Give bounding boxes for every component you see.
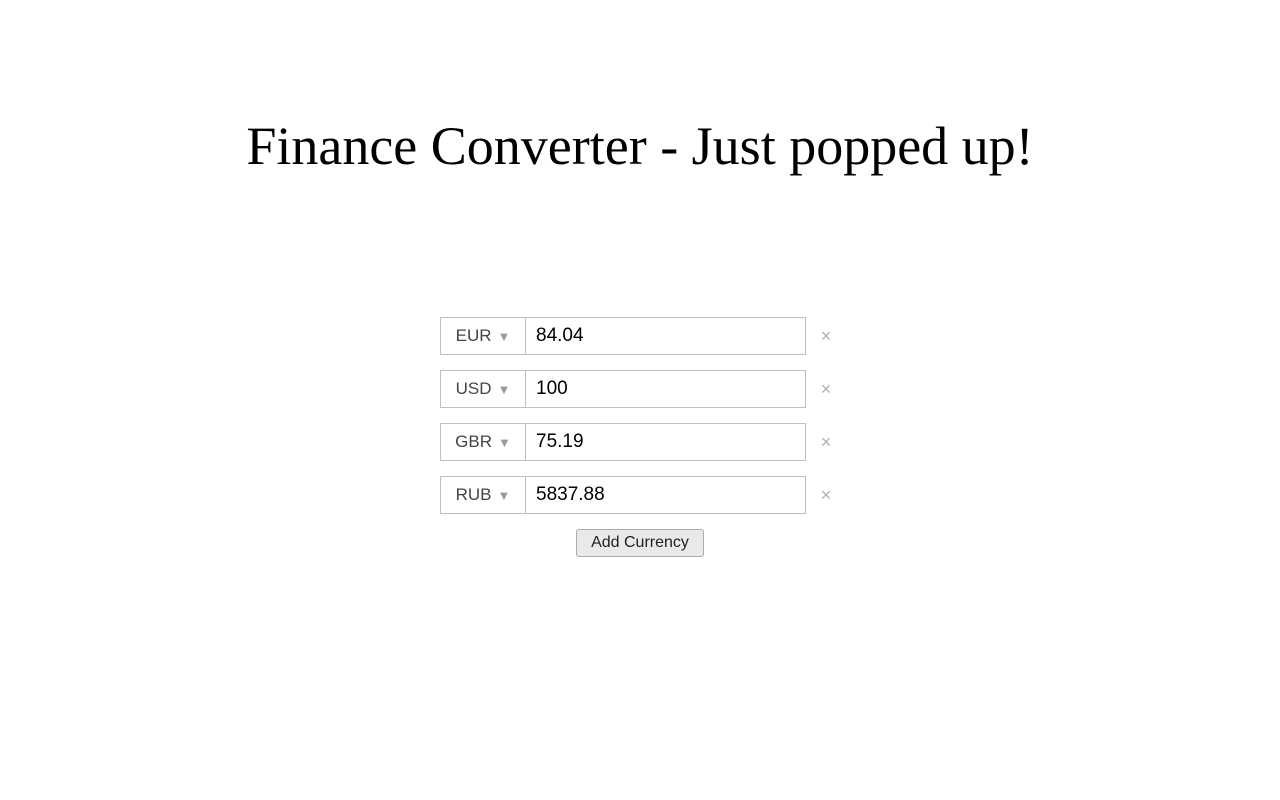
currency-select[interactable]: USD ▼ <box>440 370 526 408</box>
currency-code-label: GBR <box>455 432 492 452</box>
currency-row: GBR ▼ × <box>440 423 840 461</box>
chevron-down-icon: ▼ <box>498 488 511 503</box>
chevron-down-icon: ▼ <box>498 329 511 344</box>
currency-code-label: EUR <box>456 326 492 346</box>
currency-amount-input[interactable] <box>526 370 806 408</box>
chevron-down-icon: ▼ <box>498 435 511 450</box>
currency-row: USD ▼ × <box>440 370 840 408</box>
close-icon[interactable]: × <box>812 432 840 453</box>
currency-row: RUB ▼ × <box>440 476 840 514</box>
close-icon[interactable]: × <box>812 326 840 347</box>
chevron-down-icon: ▼ <box>498 382 511 397</box>
page-title: Finance Converter - Just popped up! <box>0 0 1280 177</box>
currency-select[interactable]: GBR ▼ <box>440 423 526 461</box>
currency-amount-input[interactable] <box>526 317 806 355</box>
currency-row: EUR ▼ × <box>440 317 840 355</box>
currency-select[interactable]: RUB ▼ <box>440 476 526 514</box>
converter-panel: EUR ▼ × USD ▼ × GBR ▼ × RUB ▼ × Add Curr… <box>440 317 840 557</box>
currency-code-label: USD <box>456 379 492 399</box>
currency-code-label: RUB <box>456 485 492 505</box>
currency-amount-input[interactable] <box>526 476 806 514</box>
add-currency-button[interactable]: Add Currency <box>576 529 704 557</box>
close-icon[interactable]: × <box>812 379 840 400</box>
add-row: Add Currency <box>440 529 840 557</box>
currency-amount-input[interactable] <box>526 423 806 461</box>
close-icon[interactable]: × <box>812 485 840 506</box>
currency-select[interactable]: EUR ▼ <box>440 317 526 355</box>
